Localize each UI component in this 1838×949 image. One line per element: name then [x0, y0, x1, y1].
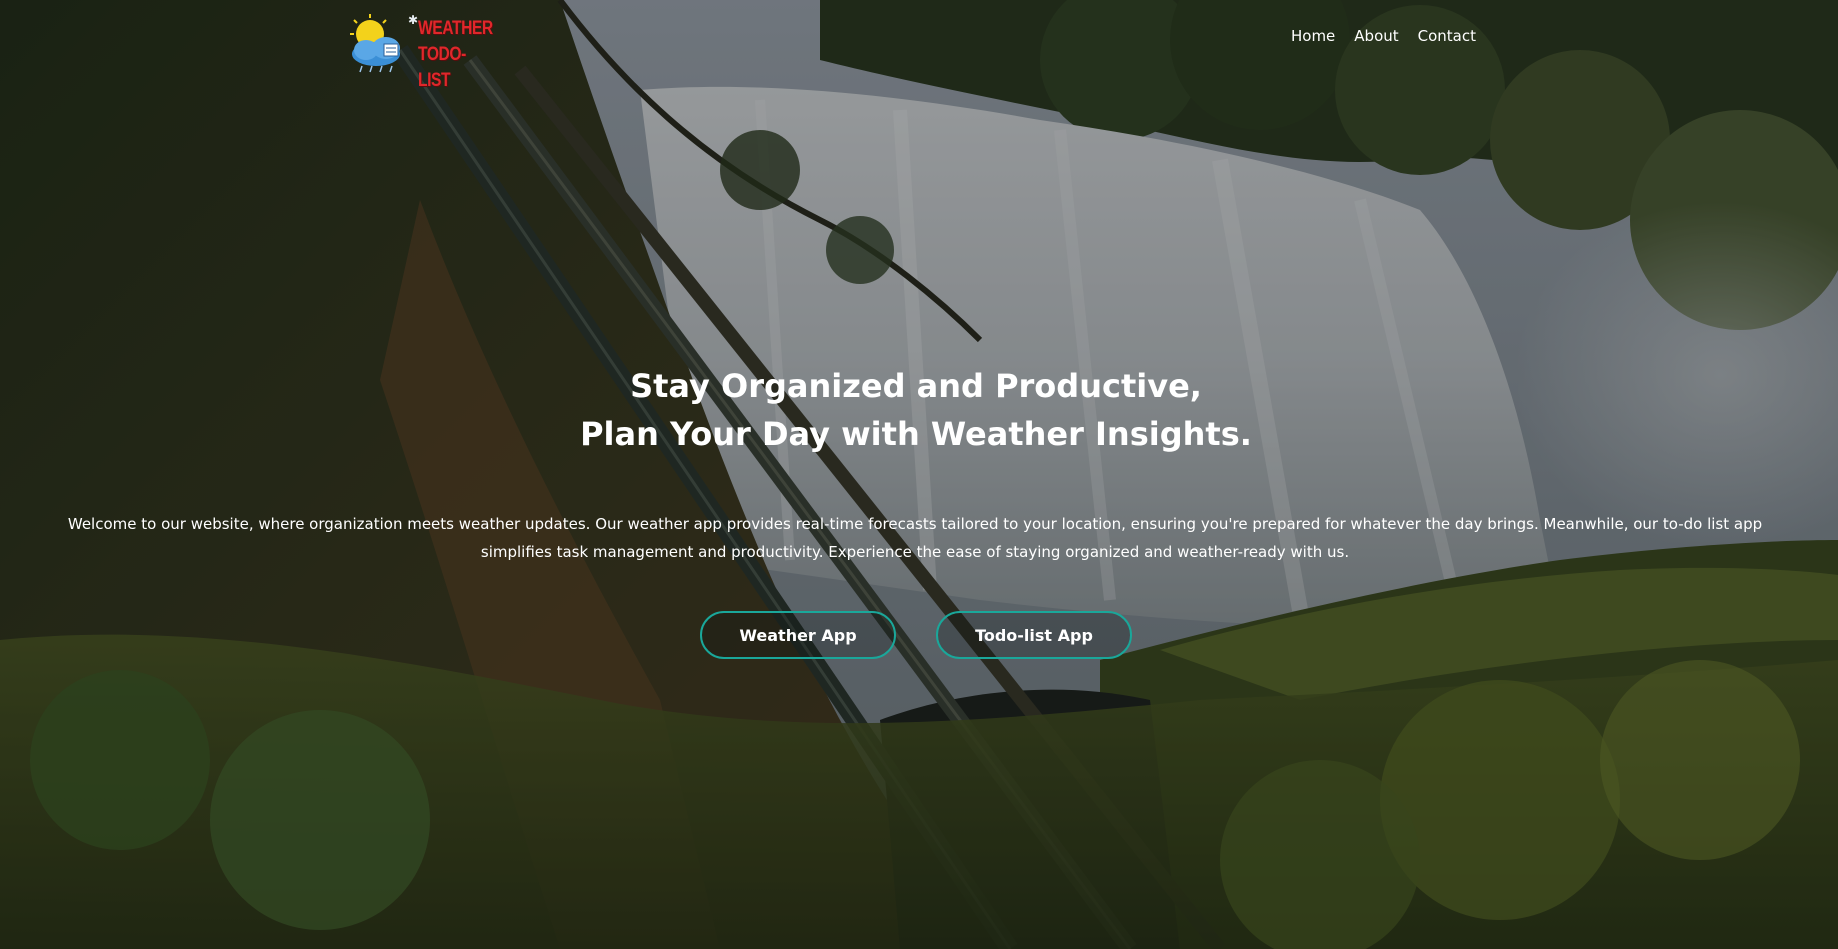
nav-link-home[interactable]: Home [1291, 27, 1335, 45]
logo-line-todo: TODO-LIST [418, 44, 466, 91]
dark-overlay [0, 0, 1838, 949]
logo-line-weather: WEATHER [418, 18, 493, 39]
svg-text:✱: ✱ [408, 13, 418, 27]
todo-list-app-button[interactable]: Todo-list App [936, 611, 1132, 659]
headline-line-1: Stay Organized and Productive, [630, 367, 1202, 405]
site-logo[interactable]: ✱ WEATHER TODO-LIST [346, 12, 506, 91]
nav-links: Home About Contact [1291, 27, 1476, 45]
hero-buttons: Weather App Todo-list App [0, 611, 1832, 659]
nav-link-about[interactable]: About [1354, 27, 1398, 45]
headline-line-2: Plan Your Day with Weather Insights. [580, 415, 1252, 453]
weather-logo-icon: ✱ [350, 13, 418, 73]
weather-app-button[interactable]: Weather App [700, 611, 896, 659]
hero-headline: Stay Organized and Productive, Plan Your… [0, 362, 1832, 458]
hero-intro-text: Welcome to our website, where organizati… [67, 515, 1763, 561]
hero-section: ✱ WEATHER TODO-LIST Home About Contact S… [0, 0, 1838, 949]
nav-link-contact[interactable]: Contact [1418, 27, 1476, 45]
logo-text: WEATHER TODO-LIST [418, 16, 493, 94]
top-navigation: ✱ WEATHER TODO-LIST Home About Contact [0, 0, 1838, 91]
